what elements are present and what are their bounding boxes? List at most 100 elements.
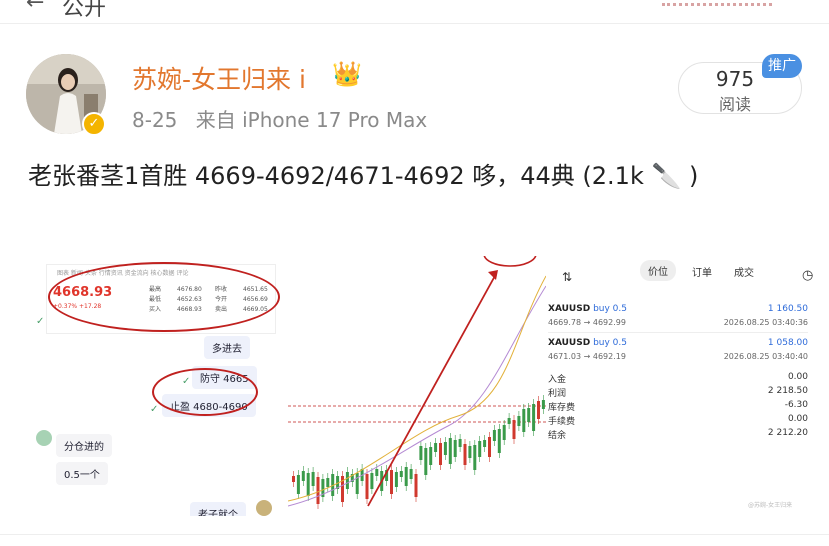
summary-label: 结余 (548, 431, 567, 441)
summary-value: 0.00 (787, 414, 808, 424)
position-time: 2026.08.25 03:40:40 (723, 352, 808, 361)
visibility-label: 公开 (62, 0, 107, 21)
read-check-icon: ✓ (36, 316, 45, 327)
highlight-circle (152, 368, 258, 416)
sort-icon[interactable]: ⇅ (562, 270, 572, 284)
candle-body (311, 472, 315, 486)
trade-panel: ⇅ 价位 订单 成交 ◷ XAUUSD buy 0.5 1 160.50 466… (548, 256, 826, 516)
position-detail: 4671.03 → 4692.19 2026.08.25 03:40:40 (548, 352, 808, 361)
candle-body (306, 473, 310, 496)
candle-body (419, 446, 423, 460)
candle-body (512, 420, 516, 439)
candle-body (301, 471, 305, 481)
candle-body (522, 409, 526, 432)
candle-body (439, 443, 442, 465)
position-profit: 1 160.50 (767, 304, 808, 314)
position-side: buy 0.5 (593, 338, 627, 348)
verified-badge-icon: ✓ (82, 112, 106, 136)
summary-value: 0.00 (787, 372, 808, 382)
position-range: 4669.78 → 4692.99 (548, 318, 626, 327)
summary-label: 入金 (548, 375, 567, 385)
chat-message: 0.5一个 (56, 462, 108, 485)
position-symbol: XAUUSD (548, 338, 591, 348)
candle-body (394, 472, 398, 487)
user-avatar (256, 500, 272, 516)
candle-body (463, 444, 467, 465)
sender-avatar (36, 430, 52, 446)
candle-body (429, 447, 433, 465)
chat-message: 分仓进的 (56, 434, 112, 457)
position-row[interactable]: XAUUSD buy 0.5 1 160.50 (548, 304, 808, 314)
post-image[interactable]: 图表 新闻 头条 行情资讯 资金流向 核心数据 评论 4668.93 +0.37… (26, 256, 826, 516)
candle-body (292, 476, 295, 482)
candle-body (409, 469, 413, 479)
position-time: 2026.08.25 03:40:36 (723, 318, 808, 327)
candle-body (517, 416, 521, 426)
summary-label: 手续费 (548, 417, 576, 427)
summary-row: 手续费 0.00 (548, 414, 808, 427)
candle-body (365, 474, 369, 499)
candle-body (507, 418, 511, 424)
summary-label: 利润 (548, 389, 567, 399)
position-range: 4671.03 → 4692.19 (548, 352, 626, 361)
candle-body (296, 475, 300, 494)
candle-body (443, 442, 447, 455)
summary-value: 2 212.20 (767, 428, 808, 438)
tab-orders[interactable]: 订单 (692, 264, 712, 279)
divider (0, 534, 829, 535)
divider (548, 332, 808, 333)
candle-body (483, 440, 487, 447)
top-bar: ← 公开 (0, 0, 829, 24)
candle-body (492, 430, 496, 441)
post-date: 8-25 (132, 108, 178, 132)
candle-body (468, 446, 472, 458)
candle-body (326, 478, 330, 487)
candle-body (345, 472, 349, 489)
summary-value: -6.30 (784, 400, 808, 410)
candle-body (390, 470, 393, 494)
chat-message: 多进去 (204, 336, 250, 359)
price-chart (287, 256, 547, 516)
candle-body (527, 408, 531, 422)
post-meta: 8-25 来自 iPhone 17 Pro Max (132, 104, 439, 133)
tab-positions[interactable]: 价位 (640, 260, 676, 281)
back-icon[interactable]: ← (26, 0, 44, 15)
candle-body (502, 425, 506, 440)
candle-body (532, 404, 536, 431)
post-source: 来自 iPhone 17 Pro Max (195, 108, 428, 132)
position-detail: 4669.78 → 4692.99 2026.08.25 03:40:36 (548, 318, 808, 327)
decoration (662, 0, 772, 6)
candle-body (541, 400, 545, 409)
candle-body (453, 440, 457, 457)
candle-body (537, 401, 540, 419)
candle-body (375, 469, 379, 476)
tab-deals[interactable]: 成交 (734, 264, 754, 279)
read-check-icon: ✓ (150, 404, 159, 415)
candle-body (448, 438, 452, 464)
history-clock-icon[interactable]: ◷ (802, 268, 813, 283)
candle-body (355, 473, 359, 494)
summary-row: 入金 0.00 (548, 372, 808, 385)
position-symbol: XAUUSD (548, 304, 591, 314)
candle-body (458, 439, 462, 447)
summary-row: 结余 2 212.20 (548, 428, 808, 441)
summary-label: 库存费 (548, 403, 576, 413)
username[interactable]: 苏婉-女王归来 i (132, 60, 306, 96)
candlestick-chart (287, 256, 547, 509)
candle-body (316, 477, 320, 504)
summary-row: 库存费 -6.30 (548, 400, 808, 413)
summary-value: 2 218.50 (767, 386, 808, 396)
candle-body (404, 467, 408, 486)
promo-button[interactable]: 推广 (762, 54, 802, 78)
summary-row: 利润 2 218.50 (548, 386, 808, 399)
watermark: @苏婉-女王归来 (748, 502, 793, 509)
candle-body (424, 448, 428, 475)
position-side: buy 0.5 (593, 304, 627, 314)
candle-body (488, 437, 491, 457)
candle-body (399, 471, 403, 477)
position-row[interactable]: XAUUSD buy 0.5 1 058.00 (548, 338, 808, 348)
chat-screenshot: 图表 新闻 头条 行情资讯 资金流向 核心数据 评论 4668.93 +0.37… (26, 256, 286, 516)
chat-message: 老子就个 (190, 502, 246, 516)
candle-body (370, 473, 374, 489)
highlight-circle (48, 262, 280, 332)
